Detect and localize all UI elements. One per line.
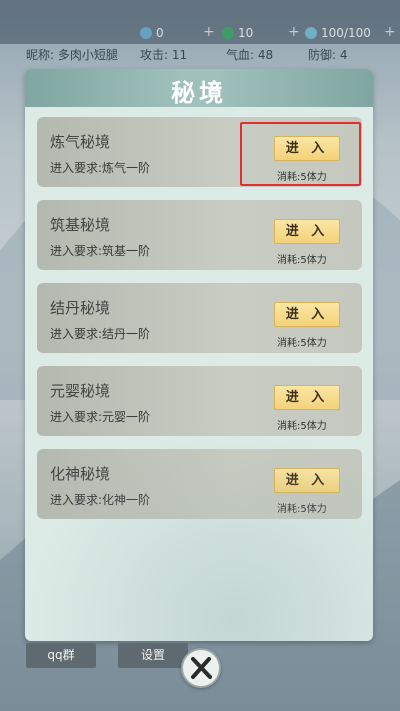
enter-button[interactable]: 进 入 bbox=[274, 302, 340, 327]
qq-group-button[interactable]: qq群 bbox=[26, 643, 96, 668]
realm-requirement: 进入要求:炼气一阶 bbox=[50, 161, 151, 175]
settings-button[interactable]: 设置 bbox=[118, 643, 188, 668]
realm-name: 炼气秘境 bbox=[50, 133, 111, 151]
realm-requirement: 进入要求:结丹一阶 bbox=[50, 327, 151, 341]
realm-requirement: 进入要求:化神一阶 bbox=[50, 493, 151, 507]
dialog-header: 秘境 bbox=[25, 69, 373, 107]
enter-button[interactable]: 进 入 bbox=[274, 468, 340, 493]
energy-cost: 消耗:5体力 bbox=[277, 504, 327, 515]
close-x-icon bbox=[191, 657, 212, 679]
realm-name: 化神秘境 bbox=[50, 465, 111, 483]
highlight-box bbox=[240, 122, 361, 186]
realm-card-zhuji: 筑基秘境 进入要求:筑基一阶 进 入 消耗:5体力 bbox=[37, 200, 362, 270]
realm-card-huashen: 化神秘境 进入要求:化神一阶 进 入 消耗:5体力 bbox=[37, 449, 362, 519]
realm-name: 元婴秘境 bbox=[50, 382, 111, 400]
energy-cost: 消耗:5体力 bbox=[277, 421, 327, 432]
enter-button[interactable]: 进 入 bbox=[274, 219, 340, 244]
realm-name: 结丹秘境 bbox=[50, 299, 111, 317]
realm-name: 筑基秘境 bbox=[50, 216, 111, 234]
enter-button[interactable]: 进 入 bbox=[274, 385, 340, 410]
realm-card-jiedan: 结丹秘境 进入要求:结丹一阶 进 入 消耗:5体力 bbox=[37, 283, 362, 353]
energy-cost: 消耗:5体力 bbox=[277, 255, 327, 266]
realm-requirement: 进入要求:筑基一阶 bbox=[50, 244, 151, 258]
close-button[interactable] bbox=[181, 648, 221, 688]
energy-cost: 消耗:5体力 bbox=[277, 338, 327, 349]
realm-requirement: 进入要求:元婴一阶 bbox=[50, 410, 151, 424]
dialog-title: 秘境 bbox=[171, 78, 227, 107]
realm-card-yuanying: 元婴秘境 进入要求:元婴一阶 进 入 消耗:5体力 bbox=[37, 366, 362, 436]
